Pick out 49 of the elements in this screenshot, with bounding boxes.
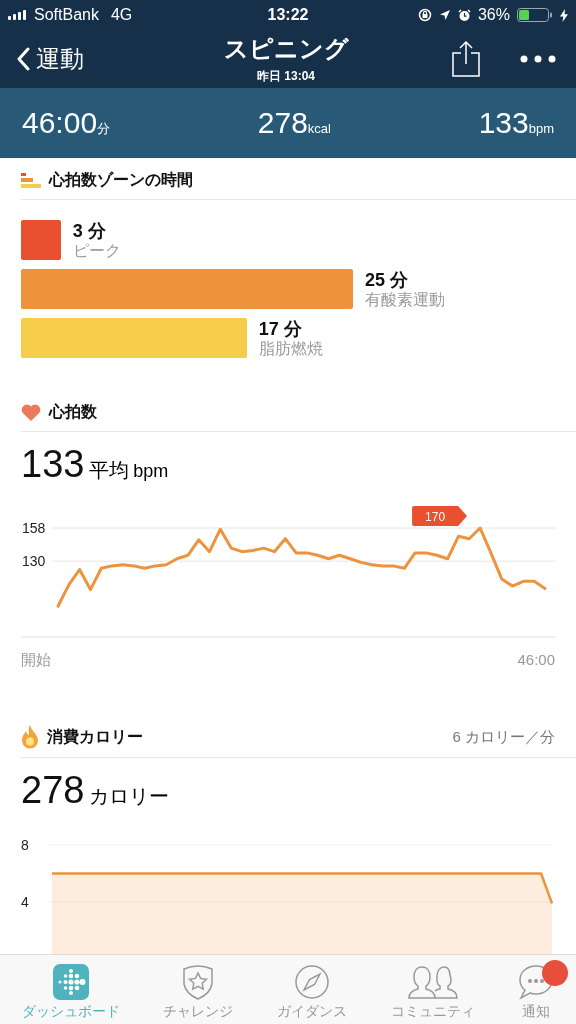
clock: 13:22 [267,6,309,24]
peak-tag: 170 [412,506,468,526]
zone-minutes: 17 分 [258,318,303,339]
axis-tick-label: 4 [21,894,29,910]
tab-item[interactable]: コミュニティ [388,964,477,1021]
network-type: 4G [110,6,133,24]
flame-icon [21,725,39,749]
section-title: 心拍数 [49,402,97,422]
dashboard-icon [52,964,89,1000]
summary-stat: 278kcal [257,106,331,140]
location-icon [438,9,451,21]
zone-label: ピーク [72,240,121,260]
summary-stat: 133bpm [478,106,554,140]
axis-tick-label: 158 [22,520,46,536]
people-icon [407,965,458,999]
battery-icon [517,8,553,22]
alarm-icon [457,8,471,22]
workout-date: 昨日 13:04 [257,68,315,85]
calorie-rate: 6 カロリー／分 [452,727,555,747]
share-icon[interactable] [452,41,480,77]
section-title: 消費カロリー [47,726,143,747]
carrier-name: SoftBank [34,6,99,24]
back-button[interactable]: 運動 [16,43,166,75]
workout-title: スピニング [223,34,349,64]
total-calories: 278 カロリー [21,768,169,813]
axis-tick-label: 8 [21,837,29,853]
shield-star-icon [181,964,216,1000]
tab-item[interactable]: チャレンジ [161,964,236,1021]
zone-minutes: 25 分 [365,269,410,290]
rotation-lock-icon [417,8,432,22]
section-title: 心拍数ゾーンの時間 [49,170,193,190]
zone-minutes: 3 分 [72,220,107,241]
zone-label: 脂肪燃焼 [258,338,323,358]
heart-icon [21,404,41,421]
average-heart-rate: 133 平均 bpm [21,442,169,487]
zone-bars-icon [21,173,41,188]
charging-icon [560,8,568,22]
compass-icon [295,965,329,999]
chevron-icon [16,47,30,71]
axis-start-label: 開始 [21,651,51,668]
battery-percent: 36% [477,6,510,24]
axis-tick-label: 130 [22,553,46,570]
summary-stat: 46:00分 [22,106,111,140]
zone-label: 有酸素運動 [365,289,445,309]
tab-item[interactable]: ガイダンス [275,964,349,1021]
axis-end-label: 46:00 [517,651,555,668]
more-icon[interactable] [520,55,556,63]
signal-icon [8,10,28,20]
tab-item[interactable]: ダッシュボード [19,964,122,1021]
